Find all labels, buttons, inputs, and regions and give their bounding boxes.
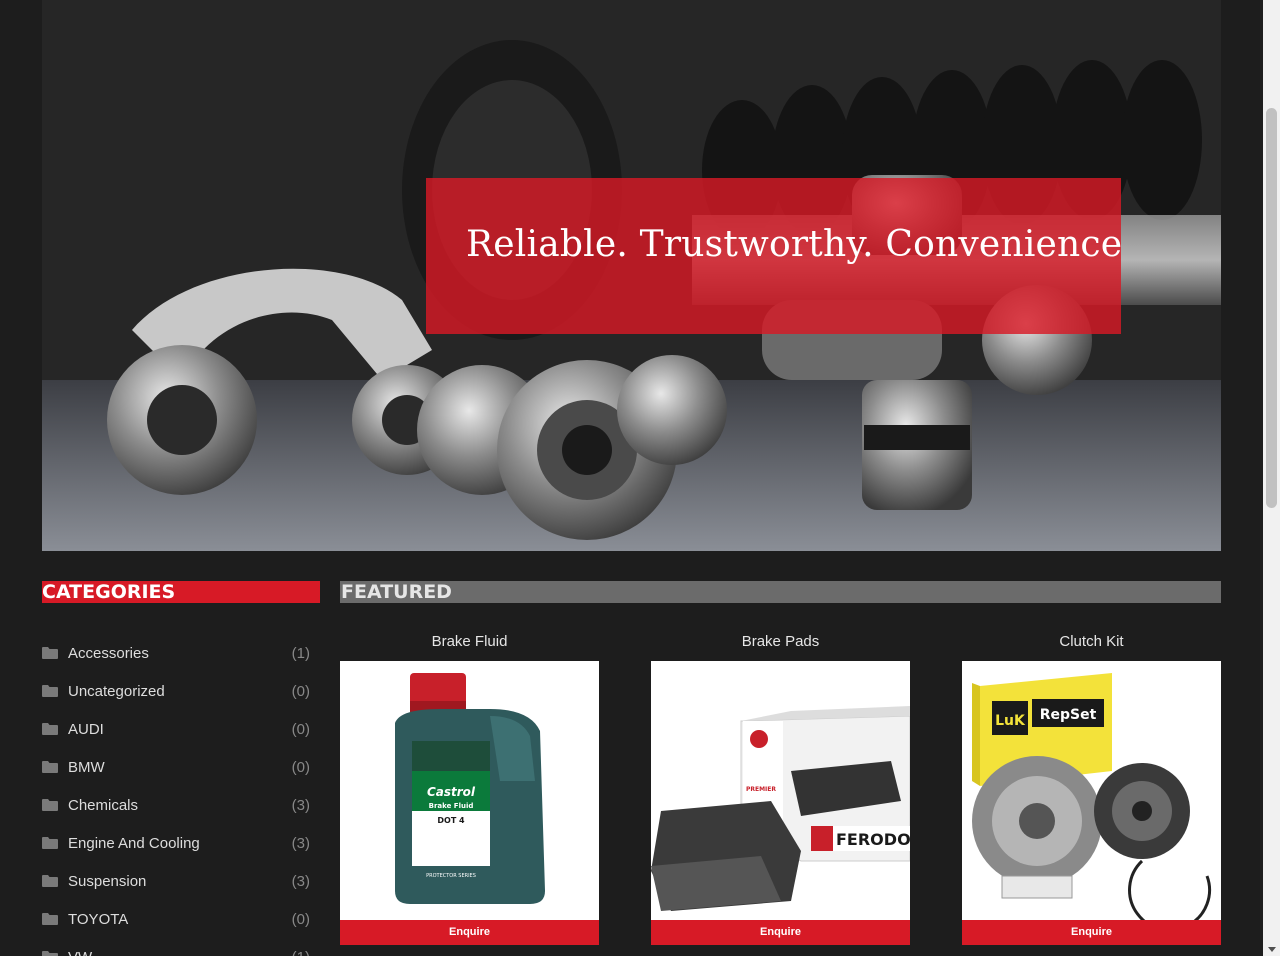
- scroll-down-arrow-icon[interactable]: [1268, 947, 1276, 952]
- category-item[interactable]: VW (1): [42, 940, 320, 956]
- scrollbar-thumb[interactable]: [1266, 108, 1277, 508]
- bottle-series-text: PROTECTOR SERIES: [426, 873, 476, 879]
- product-card-brake-pads: Brake Pads PREMIER FERODO Enquire: [651, 630, 910, 945]
- product-card-clutch-kit: Clutch Kit LuK RepSet Enquire: [962, 630, 1221, 945]
- category-count: (0): [291, 683, 310, 700]
- enquire-button[interactable]: Enquire: [340, 920, 599, 945]
- category-count: (0): [291, 911, 310, 928]
- category-link[interactable]: Engine And Cooling: [68, 835, 200, 852]
- hero-caption-box: Reliable. Trustworthy. Convenience: [426, 178, 1123, 334]
- folder-icon: [42, 951, 58, 956]
- featured-heading-bar: FEATURED: [340, 581, 1221, 603]
- category-item[interactable]: Uncategorized (0): [42, 674, 320, 712]
- page: Reliable. Trustworthy. Convenience CATEG…: [0, 0, 1280, 956]
- category-link[interactable]: Chemicals: [68, 797, 138, 814]
- hero-banner-image: Reliable. Trustworthy. Convenience: [42, 0, 1221, 551]
- product-title[interactable]: Clutch Kit: [962, 630, 1221, 661]
- category-link[interactable]: VW: [68, 949, 92, 956]
- category-list: Accessories (1) Uncategorized (0) AUDI (0) BMW…: [42, 636, 320, 956]
- category-link[interactable]: BMW: [68, 759, 105, 776]
- categories-heading: CATEGORIES: [42, 581, 176, 603]
- category-count: (3): [291, 835, 310, 852]
- box-brand-text: FERODO: [836, 830, 910, 849]
- hero-title: Reliable. Trustworthy. Convenience: [466, 224, 1123, 265]
- category-count: (3): [291, 873, 310, 890]
- product-image-brake-pads[interactable]: PREMIER FERODO: [651, 661, 910, 920]
- category-link[interactable]: Accessories: [68, 645, 149, 662]
- category-item[interactable]: Accessories (1): [42, 636, 320, 674]
- product-image-brake-fluid[interactable]: Castrol Brake Fluid DOT 4 PROTECTOR SERI…: [340, 661, 599, 920]
- category-count: (1): [292, 949, 310, 956]
- kit-brand-text: LuK: [995, 713, 1026, 729]
- page-scrollbar[interactable]: [1263, 0, 1280, 956]
- enquire-button[interactable]: Enquire: [651, 920, 910, 945]
- box-premier-text: PREMIER: [746, 786, 776, 793]
- category-count: (1): [291, 645, 310, 662]
- folder-icon: [42, 761, 58, 773]
- featured-heading: FEATURED: [341, 581, 452, 603]
- category-item[interactable]: Chemicals (3): [42, 788, 320, 826]
- brake-fluid-bottle-image: Castrol Brake Fluid DOT 4 PROTECTOR SERI…: [395, 673, 545, 904]
- folder-icon: [42, 913, 58, 925]
- category-item[interactable]: TOYOTA (0): [42, 902, 320, 940]
- folder-icon: [42, 647, 58, 659]
- folder-icon: [42, 799, 58, 811]
- category-count: (3): [291, 797, 310, 814]
- category-count: (0): [291, 721, 310, 738]
- product-card-brake-fluid: Brake Fluid Castrol Brake Fluid DOT 4 PR…: [340, 630, 599, 945]
- product-title[interactable]: Brake Fluid: [340, 630, 599, 661]
- category-count: (0): [291, 759, 310, 776]
- brake-pads-box-image: PREMIER FERODO: [651, 706, 910, 911]
- category-link[interactable]: TOYOTA: [68, 911, 128, 928]
- enquire-button[interactable]: Enquire: [962, 920, 1221, 945]
- category-link[interactable]: AUDI: [68, 721, 104, 738]
- folder-icon: [42, 837, 58, 849]
- bottle-label-text: Brake Fluid: [429, 802, 474, 810]
- product-title[interactable]: Brake Pads: [651, 630, 910, 661]
- category-item[interactable]: Engine And Cooling (3): [42, 826, 320, 864]
- folder-icon: [42, 723, 58, 735]
- category-link[interactable]: Suspension: [68, 873, 146, 890]
- clutch-kit-image: LuK RepSet: [972, 673, 1212, 920]
- folder-icon: [42, 875, 58, 887]
- category-item[interactable]: Suspension (3): [42, 864, 320, 902]
- category-link[interactable]: Uncategorized: [68, 683, 165, 700]
- categories-heading-bar: CATEGORIES: [42, 581, 320, 603]
- category-item[interactable]: AUDI (0): [42, 712, 320, 750]
- product-image-clutch-kit[interactable]: LuK RepSet: [962, 661, 1221, 920]
- bottle-dot-text: DOT 4: [437, 816, 465, 825]
- folder-icon: [42, 685, 58, 697]
- bottle-brand-text: Castrol: [427, 785, 476, 799]
- category-item[interactable]: BMW (0): [42, 750, 320, 788]
- kit-repset-text: RepSet: [1040, 707, 1097, 723]
